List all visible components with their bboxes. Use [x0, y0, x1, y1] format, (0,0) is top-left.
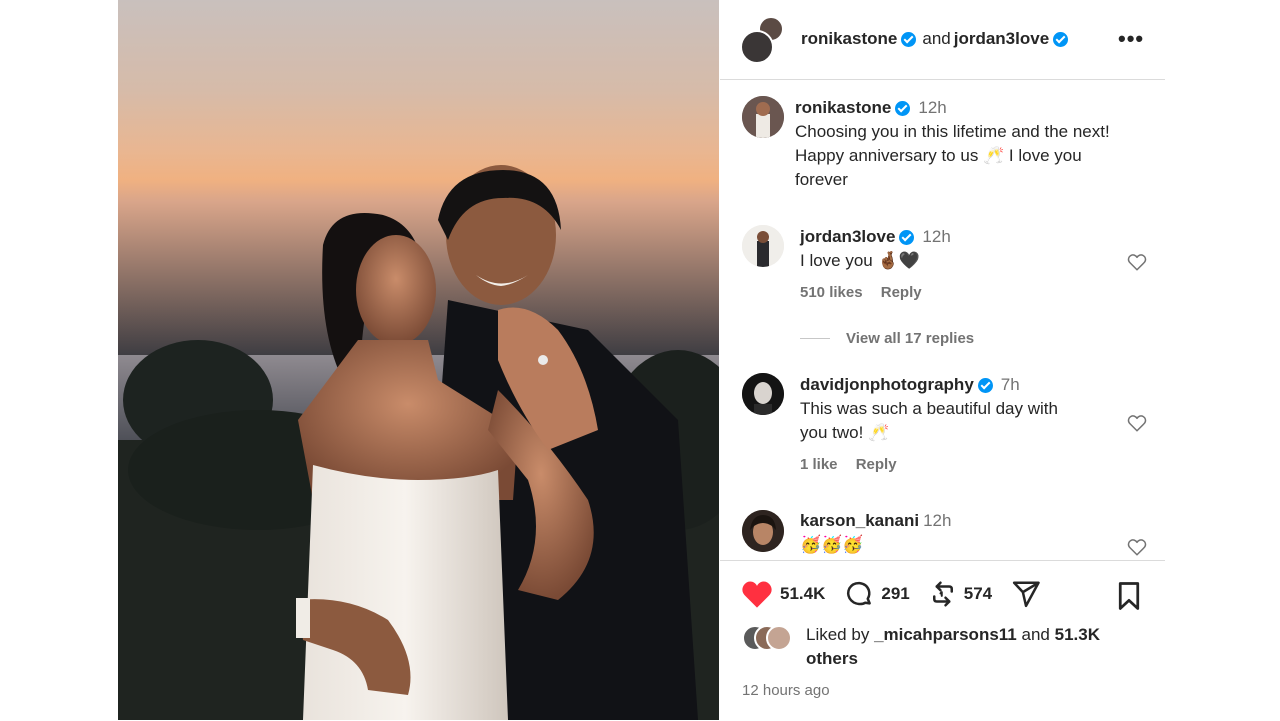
comment-button[interactable]: 291 — [843, 579, 910, 609]
liker-avatar — [766, 625, 792, 651]
avatar[interactable] — [742, 225, 784, 267]
collab-avatars[interactable] — [740, 16, 784, 64]
caption-text-line: Happy anniversary to us 🥂 I love you — [795, 146, 1082, 165]
comment-text-line: This was such a beautiful day with — [800, 399, 1058, 418]
liked-by-row: Liked by _micahparsons11 and 51.3K other… — [742, 623, 1142, 671]
avatar[interactable] — [742, 510, 784, 552]
comment-time: 12h — [923, 511, 952, 530]
comment-body: jordan3love 12h I love you 🤞🏾🖤 510 likes… — [800, 225, 1100, 305]
send-icon — [1013, 581, 1040, 608]
verified-badge-icon — [895, 100, 911, 116]
comment-header: jordan3love 12h — [800, 225, 1100, 249]
view-replies-button[interactable]: View all 17 replies — [800, 330, 974, 347]
view-replies-label: View all 17 replies — [846, 330, 975, 347]
comment-body: karson_kanani 12h 🥳🥳🥳 — [800, 509, 1100, 557]
author-username[interactable]: ronikastone — [801, 29, 897, 49]
heart-outline-icon[interactable] — [1126, 251, 1148, 273]
comment-header: davidjonphotography 7h — [800, 373, 1100, 397]
comment-text-line: you two! 🥂 — [800, 423, 890, 442]
repost-icon — [932, 581, 953, 607]
avatar[interactable] — [742, 96, 784, 138]
comment-username[interactable]: davidjonphotography — [800, 373, 974, 397]
liked-by-prefix: Liked by — [806, 625, 870, 644]
caption-text-line: forever — [795, 170, 848, 189]
comment-username[interactable]: karson_kanani — [800, 509, 919, 533]
comment-header: karson_kanani 12h — [800, 509, 1100, 533]
comment-bubble-icon — [847, 581, 872, 606]
comment-count: 291 — [881, 584, 910, 603]
action-bar: 51.4K 291 574 — [740, 579, 1066, 609]
liked-by-others-count[interactable]: 51.3K — [1055, 625, 1100, 644]
comment-item: karson_kanani 12h 🥳🥳🥳 — [720, 509, 1165, 560]
avatar-image — [742, 510, 784, 552]
caption-body: ronikastone 12h Choosing you in this lif… — [795, 96, 1145, 192]
verified-badge-icon — [977, 377, 993, 393]
reply-button[interactable]: Reply — [881, 284, 922, 301]
comment-time: 12h — [922, 227, 951, 246]
comment-text: I love you 🤞🏾🖤 — [800, 251, 920, 270]
like-button[interactable]: 51.4K — [740, 579, 825, 609]
verified-badge-icon — [1053, 31, 1069, 47]
verified-badge-icon — [899, 229, 915, 245]
comment-likes[interactable]: 510 likes — [800, 284, 863, 301]
liked-by-and: and — [1021, 625, 1050, 644]
heart-filled-icon — [742, 581, 772, 608]
like-count: 51.4K — [780, 584, 826, 603]
more-options-icon[interactable]: ••• — [1118, 26, 1144, 52]
replies-divider — [800, 338, 830, 339]
caption-text-line: Choosing you in this lifetime and the ne… — [795, 122, 1110, 141]
and-text: and — [922, 29, 951, 48]
comment-likes[interactable]: 1 like — [800, 456, 838, 473]
liked-by-avatars[interactable] — [742, 623, 798, 651]
repost-button[interactable]: 574 — [928, 579, 992, 609]
reply-button[interactable]: Reply — [856, 456, 897, 473]
post-photo — [118, 0, 719, 720]
liked-by-text: Liked by _micahparsons11 and 51.3K other… — [806, 623, 1142, 671]
comment-time: 7h — [1000, 375, 1020, 394]
comment-meta: 1 like Reply — [800, 453, 1100, 477]
post-timestamp: 12 hours ago — [742, 682, 830, 699]
post-actions-section: 51.4K 291 574 Liked by _micahparsons11 a… — [720, 560, 1165, 721]
caption-header: ronikastone 12h — [795, 96, 1145, 120]
liked-by-others-word[interactable]: others — [806, 649, 858, 668]
comment-username[interactable]: jordan3love — [800, 225, 895, 249]
coauthor-username[interactable]: jordan3love — [954, 29, 1049, 49]
avatar-ronikastone — [740, 30, 774, 64]
avatar-image — [742, 225, 784, 267]
avatar[interactable] — [742, 373, 784, 415]
heart-outline-icon[interactable] — [1126, 536, 1148, 558]
avatar-image — [742, 96, 784, 138]
post-header: ronikastone and jordan3love ••• — [720, 0, 1165, 80]
comment-meta: 510 likes Reply — [800, 281, 1100, 305]
caption-username[interactable]: ronikastone — [795, 96, 891, 120]
comment-body: davidjonphotography 7h This was such a b… — [800, 373, 1100, 477]
avatar-image — [742, 373, 784, 415]
save-button[interactable] — [1116, 581, 1142, 616]
post-details-panel: ronikastone and jordan3love ••• ronikast… — [720, 0, 1165, 721]
repost-count: 574 — [963, 584, 993, 603]
share-button[interactable] — [1010, 579, 1048, 609]
post-image — [118, 0, 719, 720]
post-authors: ronikastone and jordan3love — [801, 29, 1072, 49]
liked-by-user[interactable]: _micahparsons11 — [874, 625, 1017, 644]
verified-badge-icon — [901, 31, 917, 47]
caption-time: 12h — [918, 98, 947, 117]
comment-text: 🥳🥳🥳 — [800, 535, 864, 554]
bookmark-icon — [1118, 582, 1140, 610]
heart-outline-icon[interactable] — [1126, 412, 1148, 434]
